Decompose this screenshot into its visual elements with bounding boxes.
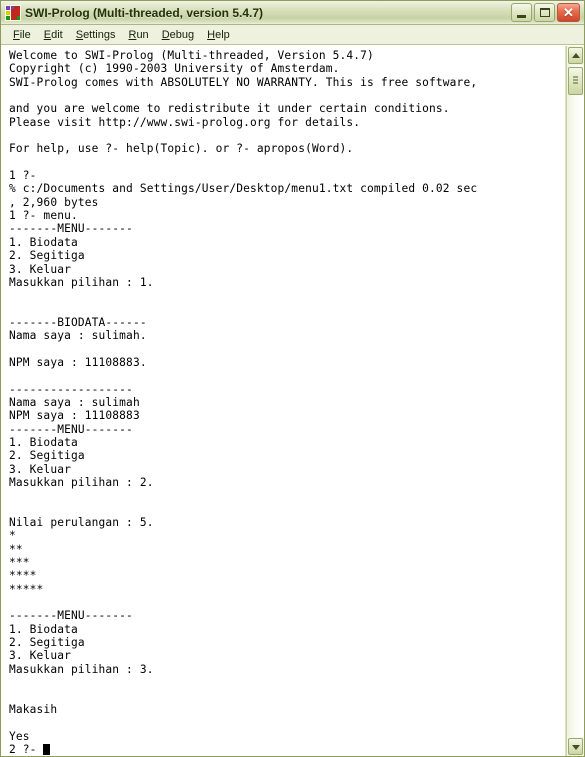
menu-item-run-label: un: [136, 28, 149, 41]
scroll-down-button[interactable]: [568, 738, 583, 755]
menu-item-file[interactable]: File: [7, 28, 38, 42]
menu-item-help-label: elp: [215, 28, 230, 41]
title-bar: SWI-Prolog (Multi-threaded, version 5.4.…: [1, 1, 584, 25]
window-title: SWI-Prolog (Multi-threaded, version 5.4.…: [25, 5, 264, 20]
client-area: Welcome to SWI-Prolog (Multi-threaded, V…: [1, 45, 584, 756]
grip-icon: [573, 76, 578, 86]
swi-prolog-window: SWI-Prolog (Multi-threaded, version 5.4.…: [0, 0, 585, 757]
menu-item-settings-label: ettings: [83, 28, 116, 41]
menu-item-file-label: ile: [19, 28, 31, 41]
swi-prolog-icon: [5, 4, 21, 21]
chevron-down-icon: [571, 744, 580, 750]
scroll-up-button[interactable]: [568, 47, 583, 64]
chevron-up-icon: [571, 52, 580, 58]
menu-item-debug-label: ebug: [169, 28, 195, 41]
menu-bar: File Edit Settings Run Debug Help: [1, 25, 584, 45]
menu-item-settings[interactable]: Settings: [70, 28, 123, 42]
maximize-button[interactable]: [534, 3, 555, 22]
vertical-scrollbar[interactable]: [566, 46, 584, 756]
menu-item-help[interactable]: Help: [201, 28, 237, 42]
menu-item-debug[interactable]: Debug: [156, 28, 201, 42]
menu-item-edit[interactable]: Edit: [38, 28, 70, 42]
menu-item-run[interactable]: Run: [122, 28, 155, 42]
console-output-pane[interactable]: Welcome to SWI-Prolog (Multi-threaded, V…: [1, 46, 566, 756]
minimize-button[interactable]: [511, 3, 532, 22]
scrollbar-track[interactable]: [567, 65, 584, 737]
window-controls: ✕: [511, 3, 582, 22]
scrollbar-thumb[interactable]: [568, 67, 583, 95]
text-cursor: [43, 743, 51, 755]
close-button[interactable]: ✕: [557, 3, 580, 22]
close-icon: ✕: [563, 5, 574, 20]
menu-item-edit-label: dit: [51, 28, 63, 41]
console-text[interactable]: Welcome to SWI-Prolog (Multi-threaded, V…: [1, 46, 565, 756]
